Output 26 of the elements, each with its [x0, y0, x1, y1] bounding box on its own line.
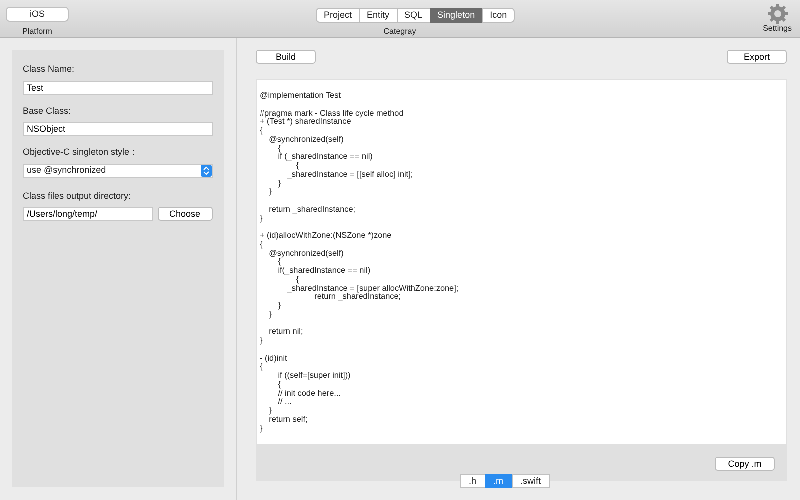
directory-field[interactable]: /Users/long/temp/	[23, 207, 153, 221]
file-tab[interactable]: .h	[460, 474, 486, 488]
category-tab[interactable]: Entity	[359, 8, 398, 23]
field-label: Class Name:	[23, 63, 76, 76]
platform-label: Platform	[22, 26, 54, 38]
settings-icon[interactable]	[766, 3, 789, 25]
build-button[interactable]: Build	[256, 50, 316, 64]
platform-select[interactable]: iOS	[6, 7, 69, 22]
class-name-field[interactable]: Test	[23, 80, 213, 94]
style-select[interactable]: use @synchronized	[23, 164, 213, 178]
category-tab[interactable]: Project	[316, 8, 360, 23]
code-editor[interactable]: @implementation Test #pragma mark - Class life cycle method + (Test *) sharedInstance { @synchronized(self) { if (_sharedInstance == nil) { _sharedInstance = [[self alloc] init]; } } return _sharedInstance; } + (id)allocWithZone:(NSZone *)zone { @synchronized(self) { if(_sharedInstance == nil) { _sharedInstance = [super allocWithZone:zone]; return _sharedInstance; } } return nil; } - (id)init { if ((self=[super init])) { // init code here... // ... } return self; }	[257, 80, 786, 444]
copy-button[interactable]: Copy .m	[715, 457, 775, 471]
choose-button[interactable]: Choose	[158, 207, 212, 221]
category-label: Categray	[384, 27, 416, 36]
field-label: Base Class:	[23, 104, 72, 118]
field-label: Class files output directory:	[23, 190, 132, 203]
export-button[interactable]: Export	[727, 50, 787, 64]
category-tab[interactable]: Icon	[482, 8, 516, 23]
stepper-icon	[201, 164, 212, 176]
category-tab[interactable]: SQL	[396, 8, 431, 23]
base-class-field[interactable]: NSObject	[23, 122, 213, 136]
category-tab[interactable]: Singleton	[430, 8, 484, 23]
file-tab[interactable]: .swift	[512, 474, 550, 488]
field-label: Objective-C singleton style：	[23, 146, 140, 159]
settings-label: Settings	[763, 23, 792, 35]
